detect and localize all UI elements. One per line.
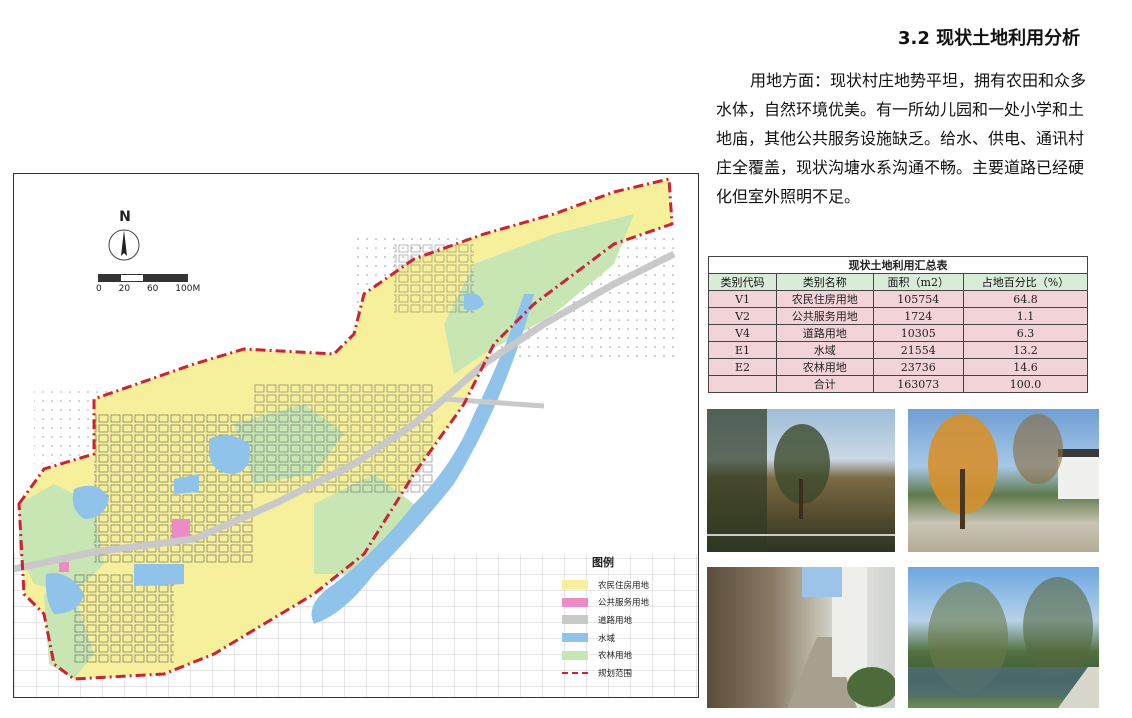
table-cell: 公共服务用地 [776, 307, 874, 325]
legend-swatch [562, 650, 588, 660]
table-cell: 农民住房用地 [776, 290, 874, 308]
table-cell: 21554 [872, 341, 965, 359]
table-cell: 合计 [776, 375, 874, 393]
legend-label: 水域 [598, 633, 616, 644]
legend-label: 农民住房用地 [598, 580, 650, 591]
table-caption: 现状土地利用汇总表 [708, 256, 1088, 274]
description-block: 用地方面：现状村庄地势平坦，拥有农田和众多水体，自然环境优美。有一所幼儿园和一处… [716, 66, 1096, 211]
table-row: V4 道路用地 10305 6.3 [707, 324, 1088, 342]
legend-swatch [562, 671, 588, 674]
legend-swatch [562, 580, 588, 590]
land-use-summary-table: 现状土地利用汇总表 类别代码 类别名称 面积（m2） 占地百分比（%） V1 农… [707, 256, 1088, 393]
photo-field-trees [707, 409, 895, 552]
table-cell: E2 [707, 358, 778, 376]
page-title: 3.2 现状土地利用分析 [898, 28, 1081, 49]
table-cell: 105754 [872, 290, 965, 308]
public-service-plot-small [59, 562, 69, 572]
scale-labels: 0 20 60 100M [96, 284, 214, 294]
table-row: E2 农林用地 23736 14.6 [707, 358, 1088, 376]
scale-label-0: 0 [96, 284, 102, 294]
table-cell: 1.1 [963, 307, 1088, 325]
table-cell: 6.3 [963, 324, 1088, 342]
scale-label-100m: 100M [175, 284, 201, 294]
legend-item-farmland: 农林用地 [562, 646, 682, 664]
legend-title: 图例 [592, 556, 614, 569]
table-cell: 13.2 [963, 341, 1088, 359]
legend-swatch [562, 633, 588, 643]
legend-item-boundary: 规划范围 [562, 664, 682, 682]
legend-label: 道路用地 [598, 615, 633, 626]
scale-label-20: 20 [118, 284, 131, 294]
legend-label: 规划范围 [598, 668, 633, 679]
photo-pond-path [908, 567, 1099, 708]
land-use-map: N 0 20 60 100M 图例 农民住房用地 公共服务用地 道路用地 水域 [13, 173, 699, 698]
table-cell: V1 [707, 290, 778, 308]
table-row: V2 公共服务用地 1724 1.1 [707, 307, 1088, 325]
table-cell: 14.6 [963, 358, 1088, 376]
table-row-total: 合计 163073 100.0 [707, 375, 1088, 393]
compass-icon [108, 229, 140, 261]
photo-village-lane [707, 567, 895, 708]
table-header: 类别名称 [776, 273, 874, 291]
table-header: 面积（m2） [872, 273, 965, 291]
legend-item-road: 道路用地 [562, 611, 682, 629]
description-text: 用地方面：现状村庄地势平坦，拥有农田和众多水体，自然环境优美。有一所幼儿园和一处… [716, 71, 1087, 206]
photo-autumn-tree [908, 409, 1099, 552]
table-cell: 水域 [776, 341, 874, 359]
table-cell: 10305 [872, 324, 965, 342]
table-cell [707, 375, 778, 393]
legend-item-residential: 农民住房用地 [562, 576, 682, 594]
table-cell: 163073 [872, 375, 965, 393]
table-header-row: 类别代码 类别名称 面积（m2） 占地百分比（%） [707, 273, 1088, 291]
table-cell: E1 [707, 341, 778, 359]
table-header: 占地百分比（%） [963, 273, 1088, 291]
table-row: E1 水域 21554 13.2 [707, 341, 1088, 359]
table-cell: 100.0 [963, 375, 1088, 393]
legend-label: 农林用地 [598, 651, 633, 662]
table-row: V1 农民住房用地 105754 64.8 [707, 290, 1088, 308]
legend-swatch [562, 615, 588, 625]
table-cell: 1724 [872, 307, 965, 325]
table-cell: V2 [707, 307, 778, 325]
legend-label: 公共服务用地 [598, 598, 650, 609]
table-cell: V4 [707, 324, 778, 342]
scale-bar-graphic [98, 274, 188, 282]
legend-swatch [562, 597, 588, 607]
scale-label-60: 60 [146, 284, 159, 294]
legend-item-water: 水域 [562, 629, 682, 647]
water-pond-3 [134, 564, 184, 586]
north-label: N [119, 209, 131, 225]
table-cell: 64.8 [963, 290, 1088, 308]
table-cell: 道路用地 [776, 324, 874, 342]
map-legend: 图例 农民住房用地 公共服务用地 道路用地 水域 农林用地 规划范围 [562, 554, 682, 682]
table-header: 类别代码 [707, 273, 778, 291]
table-cell: 23736 [872, 358, 965, 376]
scale-bar: 0 20 60 100M [96, 270, 200, 300]
table-cell: 农林用地 [776, 358, 874, 376]
legend-item-public-service: 公共服务用地 [562, 594, 682, 612]
